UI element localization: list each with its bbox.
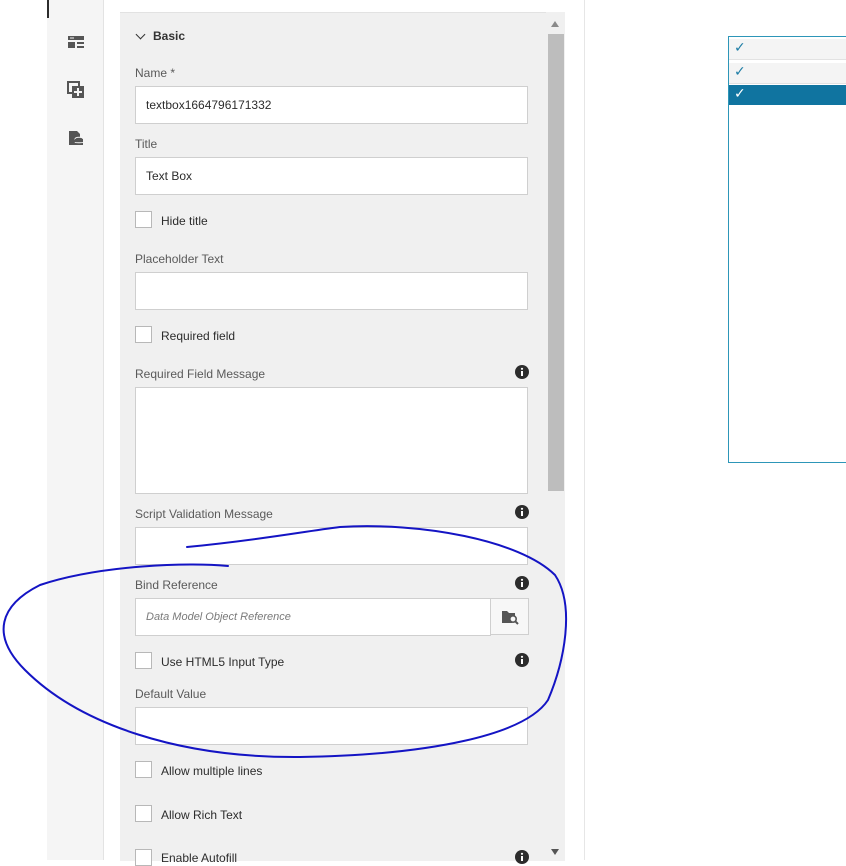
title-input[interactable]: Text Box [135,157,528,195]
section-basic-header[interactable]: Basic [135,29,185,43]
required-field-label: Required field [161,329,236,343]
name-label: Name * [135,66,176,80]
section-title: Basic [153,29,186,43]
required-field-message-label: Required Field Message [135,367,266,381]
scrollbar-thumb[interactable] [548,34,564,491]
bind-reference-label: Bind Reference [135,578,218,592]
list-item-selected[interactable]: ✓ [729,85,846,105]
selection-list: ✓ ✓ ✓ [728,36,846,463]
info-icon[interactable] [515,576,529,590]
default-value-label: Default Value [135,687,207,701]
script-validation-message-label: Script Validation Message [135,507,273,521]
checkmark-icon: ✓ [734,86,746,102]
folder-search-icon [501,610,519,625]
side-rail [47,0,104,860]
rail-active-marker [47,0,49,18]
placeholder-text-input[interactable] [135,272,528,310]
placeholder-text-label: Placeholder Text [135,252,224,266]
use-html5-input-type-label: Use HTML5 Input Type [161,655,285,669]
list-item[interactable]: ✓ [729,63,846,84]
info-icon[interactable] [515,505,529,519]
allow-rich-text-label: Allow Rich Text [161,808,243,822]
add-component-icon[interactable] [67,81,85,99]
panel-divider [584,0,585,860]
allow-multiple-lines-checkbox[interactable] [135,761,152,778]
scroll-down-arrow-icon[interactable] [551,849,559,855]
data-sources-icon[interactable] [67,129,85,147]
checkmark-icon: ✓ [734,40,746,56]
bind-reference-input[interactable]: Data Model Object Reference [135,598,491,636]
info-icon[interactable] [515,365,529,379]
checkmark-icon: ✓ [734,64,746,80]
enable-autofill-label: Enable Autofill [161,851,238,865]
hide-title-checkbox[interactable] [135,211,152,228]
allow-multiple-lines-label: Allow multiple lines [161,764,263,778]
browse-data-model-button[interactable] [490,598,529,635]
allow-rich-text-checkbox[interactable] [135,805,152,822]
list-item[interactable]: ✓ [729,39,846,60]
chevron-down-icon [135,29,146,40]
info-icon[interactable] [515,850,529,864]
use-html5-input-type-checkbox[interactable] [135,652,152,669]
info-icon[interactable] [515,653,529,667]
title-label: Title [135,137,158,151]
hide-title-label: Hide title [161,214,208,228]
required-field-message-textarea[interactable] [135,387,528,494]
script-validation-message-input[interactable] [135,527,528,565]
default-value-input[interactable] [135,707,528,745]
form-objects-icon[interactable] [67,33,85,51]
required-field-checkbox[interactable] [135,326,152,343]
enable-autofill-checkbox[interactable] [135,849,152,866]
scroll-up-arrow-icon[interactable] [551,21,559,27]
name-input[interactable]: textbox1664796171332 [135,86,528,124]
